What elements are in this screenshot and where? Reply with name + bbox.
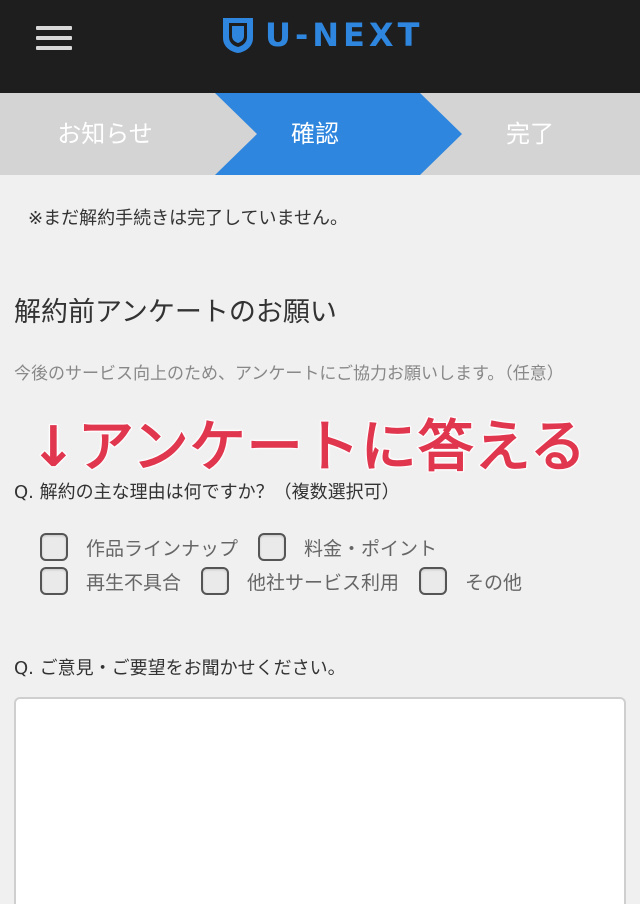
- logo[interactable]: U-NEXT: [221, 15, 423, 55]
- option-lineup[interactable]: 作品ラインナップ: [40, 533, 238, 561]
- option-label: その他: [465, 571, 523, 594]
- option-label: 作品ラインナップ: [86, 537, 239, 560]
- hamburger-menu-icon[interactable]: [36, 24, 74, 52]
- checkbox[interactable]: [258, 533, 287, 561]
- options-row: 再生不具合 他社サービス利用 その他: [40, 564, 620, 598]
- step-notice: お知らせ: [57, 120, 153, 148]
- question-reason: Q. 解約の主な理由は何ですか？（複数選択可）: [14, 482, 400, 503]
- option-label: 再生不具合: [86, 571, 182, 594]
- question-comments: Q. ご意見・ご要望をお聞かせください。: [14, 658, 346, 679]
- options-row: 作品ラインナップ 料金・ポイント: [40, 530, 620, 564]
- checkbox[interactable]: [40, 533, 68, 561]
- checkbox[interactable]: [201, 567, 230, 595]
- comment-textarea[interactable]: [14, 697, 626, 904]
- reason-options: 作品ラインナップ 料金・ポイント 再生不具合 他社サービス利用 その他: [40, 530, 620, 598]
- u-next-shield-icon: [223, 18, 253, 53]
- logo-text: U-NEXT: [265, 16, 424, 54]
- annotation-overlay: ↓アンケートに答える: [29, 414, 588, 481]
- survey-title: 解約前アンケートのお願い: [14, 297, 337, 328]
- survey-description: 今後のサービス向上のため、アンケートにご協力お願いします。（任意）: [14, 364, 564, 384]
- option-label: 料金・ポイント: [304, 537, 438, 560]
- page: U-NEXT お知らせ 確認 完了 ※まだ解約手続きは完了していません。 解約前…: [0, 0, 640, 904]
- option-playback[interactable]: 再生不具合: [40, 567, 181, 595]
- option-other[interactable]: その他: [419, 567, 522, 595]
- progress-steps: お知らせ 確認 完了: [0, 93, 640, 175]
- step-confirm: 確認: [291, 120, 339, 148]
- option-price[interactable]: 料金・ポイント: [258, 533, 437, 561]
- checkbox[interactable]: [40, 567, 68, 595]
- app-header: U-NEXT: [0, 0, 640, 93]
- step-complete: 完了: [506, 120, 554, 148]
- option-other-service[interactable]: 他社サービス利用: [201, 567, 399, 595]
- checkbox[interactable]: [419, 567, 448, 595]
- option-label: 他社サービス利用: [247, 571, 400, 594]
- notice-text: ※まだ解約手続きは完了していません。: [28, 208, 349, 229]
